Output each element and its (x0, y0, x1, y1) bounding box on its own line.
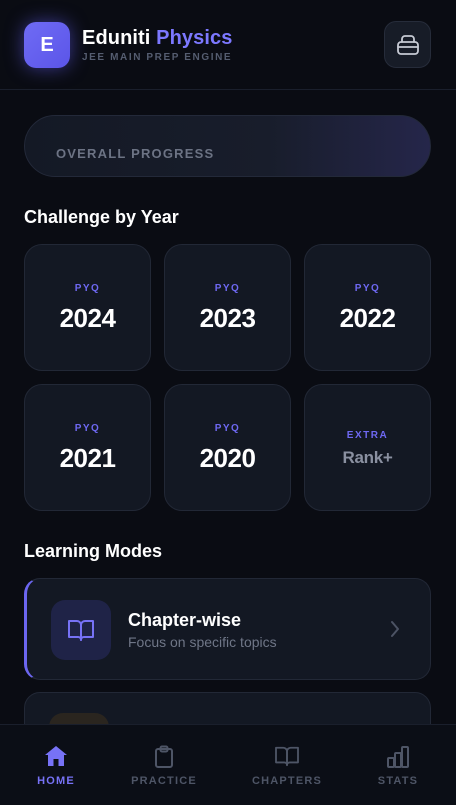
nav-label: STATS (377, 775, 419, 787)
app-title-main: Eduniti (82, 27, 151, 49)
nav-home[interactable]: HOME (6, 725, 106, 805)
app-title-accent: Physics (156, 27, 233, 49)
year-card-rank-plus[interactable]: EXTRA Rank+ (304, 384, 431, 511)
brand: Eduniti Physics JEE MAIN PREP ENGINE (82, 26, 232, 63)
app-title: Eduniti Physics (82, 26, 232, 50)
overall-progress-label: OVERALL PROGRESS (56, 146, 215, 161)
clipboard-icon (114, 745, 214, 769)
header: E Eduniti Physics JEE MAIN PREP ENGINE (0, 0, 456, 90)
year-card-tag: PYQ (214, 423, 241, 434)
briefcase-icon (396, 34, 419, 55)
chevron-right-icon (389, 619, 401, 644)
year-card-tag: PYQ (214, 283, 241, 294)
app-root: E Eduniti Physics JEE MAIN PREP ENGINE O… (0, 0, 456, 805)
year-card-2024[interactable]: PYQ 2024 (24, 244, 151, 371)
bar-chart-icon (348, 745, 448, 769)
nav-label: HOME (37, 775, 75, 787)
nav-chapters[interactable]: CHAPTERS (237, 725, 337, 805)
nav-stats[interactable]: STATS (348, 725, 448, 805)
year-card-2023[interactable]: PYQ 2023 (164, 244, 291, 371)
year-card-tag: PYQ (354, 283, 381, 294)
year-card-2022[interactable]: PYQ 2022 (304, 244, 431, 371)
learning-modes-title: Learning Modes (24, 541, 163, 561)
year-card-value: 2022 (339, 303, 396, 333)
home-icon (6, 745, 106, 767)
app-subtitle: JEE MAIN PREP ENGINE (82, 52, 233, 63)
year-card-2021[interactable]: PYQ 2021 (24, 384, 151, 511)
overall-progress-card[interactable]: OVERALL PROGRESS (24, 115, 431, 177)
year-card-value: Rank+ (342, 448, 393, 467)
nav-practice[interactable]: PRACTICE (114, 725, 214, 805)
mode-icon-box (51, 600, 111, 660)
mode-description: Focus on specific topics (128, 634, 277, 650)
app-logo[interactable]: E (24, 22, 70, 68)
chapter-wise-mode-card[interactable]: Chapter-wise Focus on specific topics (24, 578, 431, 680)
year-card-value: 2023 (199, 303, 256, 333)
year-card-value: 2024 (59, 303, 116, 333)
challenge-by-year-title: Challenge by Year (24, 207, 179, 227)
nav-label: CHAPTERS (251, 775, 323, 787)
logo-letter: E (40, 33, 54, 56)
profile-button[interactable] (384, 21, 431, 68)
nav-label: PRACTICE (131, 775, 197, 787)
year-card-2020[interactable]: PYQ 2020 (164, 384, 291, 511)
year-card-tag: PYQ (74, 423, 101, 434)
book-open-icon (237, 745, 337, 767)
bottom-nav: HOME PRACTICE CHAPTERS STATS (0, 724, 456, 805)
year-card-tag: PYQ (74, 283, 101, 294)
book-open-icon (68, 620, 94, 641)
year-card-value: 2021 (59, 443, 116, 473)
year-card-value: 2020 (199, 443, 256, 473)
year-card-tag: EXTRA (346, 430, 389, 441)
mode-title: Chapter-wise (128, 610, 242, 630)
